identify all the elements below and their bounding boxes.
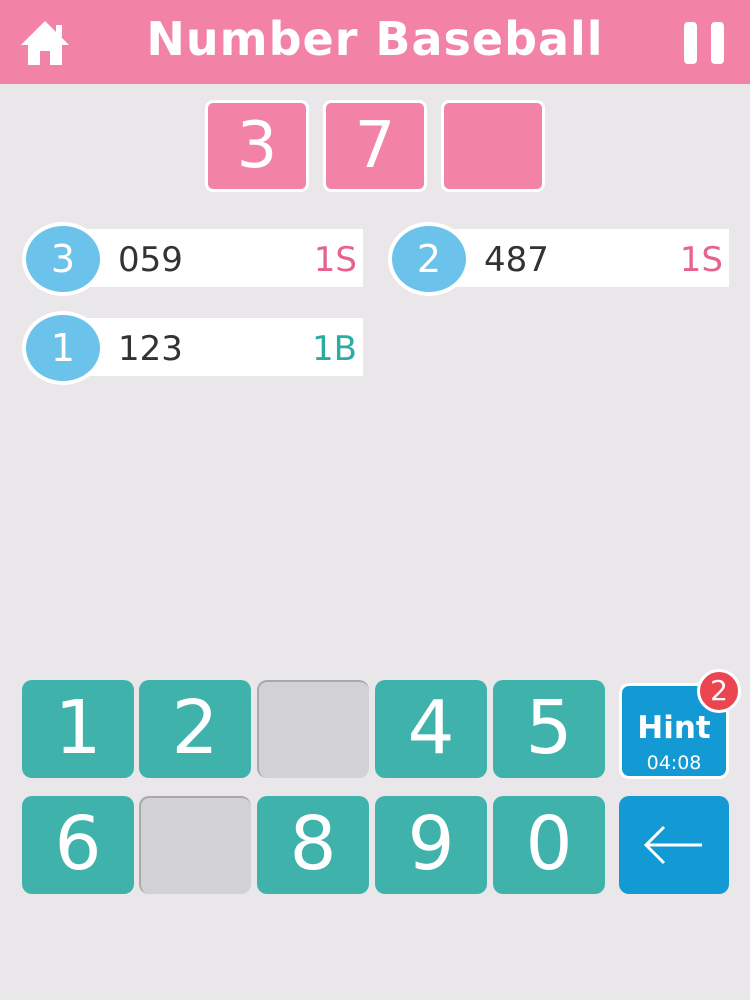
key-8[interactable]: 8 [257,796,369,894]
key-used [257,680,369,778]
result-badge: 1S [679,240,723,280]
key-9[interactable]: 9 [375,796,487,894]
history-row: 3 059 1S [22,222,363,296]
pause-icon [684,22,697,64]
answer-slot-2: 7 [323,100,427,192]
pause-button[interactable] [684,22,724,64]
answer-slot-1: 3 [205,100,309,192]
guess-value: 059 [118,240,183,280]
answer-slot-3 [441,100,545,192]
result-badge: 1B [312,329,357,369]
key-4[interactable]: 4 [375,680,487,778]
attempt-number: 3 [22,222,104,296]
result-badge: 1S [313,240,357,280]
guess-value: 123 [118,329,183,369]
key-6[interactable]: 6 [22,796,134,894]
hint-label: Hint [637,710,711,746]
backspace-button[interactable] [619,796,729,894]
page-title: Number Baseball [146,12,604,66]
history-row: 2 487 1S [388,222,729,296]
hint-count-badge: 2 [697,669,741,713]
hint-timer: 04:08 [646,752,702,774]
back-arrow-icon [643,825,702,865]
guess-value: 487 [484,240,549,280]
history-row: 1 123 1B [22,311,363,385]
key-5[interactable]: 5 [493,680,605,778]
attempt-number: 2 [388,222,470,296]
key-2[interactable]: 2 [139,680,251,778]
header-bar: Number Baseball [0,0,750,84]
pause-icon [711,22,724,64]
key-1[interactable]: 1 [22,680,134,778]
key-0[interactable]: 0 [493,796,605,894]
key-used [139,796,251,894]
attempt-number: 1 [22,311,104,385]
